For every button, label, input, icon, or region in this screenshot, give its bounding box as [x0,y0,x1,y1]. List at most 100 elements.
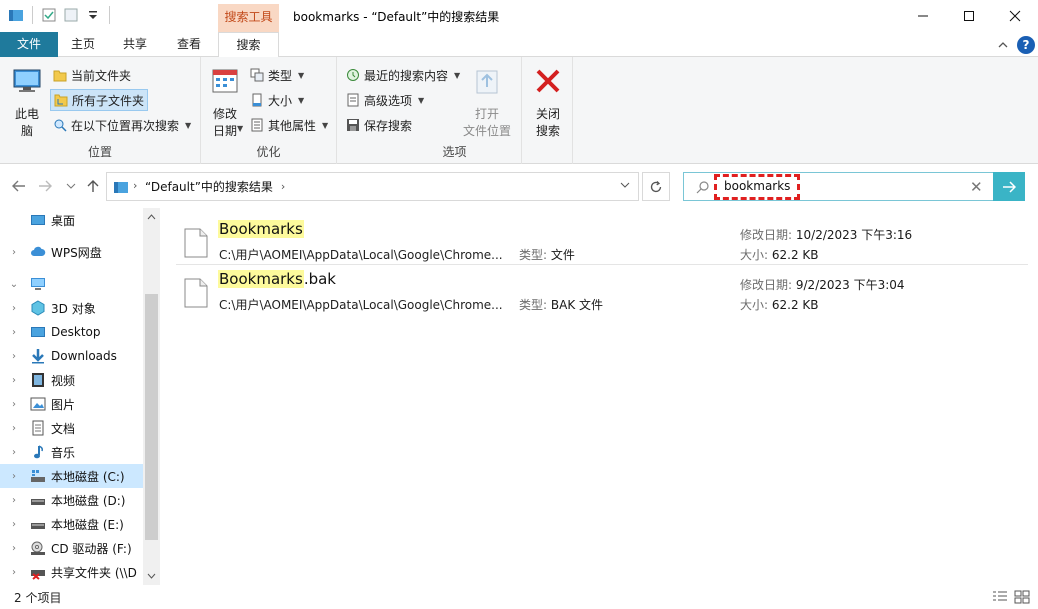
chevron-down-icon: ▼ [237,124,244,133]
chevron-right-icon[interactable]: › [8,351,20,362]
tab-search[interactable]: 搜索 [218,32,279,58]
chevron-down-icon: ▼ [298,70,305,80]
properties-list-icon [251,118,263,132]
chevron-right-icon[interactable]: › [8,247,20,258]
refresh-button[interactable] [642,172,670,201]
current-folder-button[interactable]: 当前文件夹 [50,64,134,86]
new-folder-icon[interactable] [63,7,79,23]
nav-item-pictures[interactable]: › 图片 [0,392,143,416]
nav-item-downloads[interactable]: › Downloads [0,344,143,368]
save-search-button[interactable]: 保存搜索 [343,114,415,136]
nav-item-music[interactable]: › 音乐 [0,440,143,464]
back-button[interactable] [10,178,28,194]
date-modified-label: 修改 日期 [212,107,237,138]
nav-item-network-share[interactable]: › 共享文件夹 (\\D [0,560,143,584]
chevron-right-icon[interactable]: › [8,471,20,482]
cd-drive-icon [31,541,45,555]
nav-item-this-pc[interactable]: ⌄ [0,272,143,296]
breadcrumb-current[interactable]: “Default”中的搜索结果 [145,178,273,195]
size-button[interactable]: 大小 ▼ [247,89,307,111]
tab-view[interactable]: 查看 [162,32,216,57]
properties-icon[interactable] [41,7,57,23]
nav-item-drive-e[interactable]: › 本地磁盘 (E:) [0,512,143,536]
chevron-down-icon[interactable]: ⌄ [8,279,20,290]
details-view-icon[interactable] [992,590,1008,604]
qat-separator [32,6,33,24]
forward-button[interactable] [36,178,54,194]
chevron-right-icon[interactable]: › [8,303,20,314]
nav-item-wps-drive[interactable]: › WPS网盘 [0,240,143,264]
result-type: 类型: 文件 [519,246,575,263]
chevron-down-icon: ▼ [322,120,329,130]
chevron-right-icon[interactable]: › [8,447,20,458]
navigation-scrollbar[interactable] [143,208,160,585]
nav-item-cd-drive[interactable]: › CD 驱动器 (F:) [0,536,143,560]
search-box: ✕ [683,172,1025,201]
tab-share[interactable]: 共享 [108,32,162,57]
search-go-button[interactable] [993,172,1025,201]
nav-item-desktop-root[interactable]: 桌面 [0,208,143,232]
nav-item-label: Desktop [51,325,101,339]
chevron-right-icon[interactable]: › [8,543,20,554]
recent-locations-button[interactable] [62,178,80,194]
chevron-right-icon[interactable]: › [8,423,20,434]
ribbon: 此电 脑 当前文件夹 所有子文件夹 在以下位置再次搜索 ▼ 位置 修改 日期 ▼ … [0,57,1038,164]
other-properties-button[interactable]: 其他属性 ▼ [247,114,331,136]
search-again-button[interactable]: 在以下位置再次搜索 ▼ [50,114,194,136]
chevron-down-icon: ▼ [418,95,425,105]
maximize-button[interactable] [946,0,992,32]
nav-item-label: Downloads [51,349,117,363]
nav-item-documents[interactable]: › 文档 [0,416,143,440]
chevron-right-icon[interactable]: › [8,567,20,578]
nav-item-label: 本地磁盘 (D:) [51,493,126,508]
chevron-right-icon[interactable]: › [8,375,20,386]
other-properties-label: 其他属性 [268,118,317,133]
scrollbar-thumb[interactable] [145,294,158,540]
tab-home[interactable]: 主页 [58,32,108,57]
address-dropdown-icon[interactable] [620,181,630,189]
nav-item-label: CD 驱动器 (F:) [51,541,132,556]
address-bar[interactable]: › “Default”中的搜索结果 › [106,172,639,201]
size-label: 大小 [268,93,293,108]
refresh-icon [650,180,662,192]
kind-button[interactable]: 类型 ▼ [247,64,307,86]
file-icon [184,278,208,308]
result-item[interactable]: Bookmarks.bak C:\用户\AOMEI\AppData\Local\… [178,268,1030,316]
chevron-right-icon[interactable]: › [8,495,20,506]
close-search-button[interactable]: 关闭 搜索 [528,65,568,140]
collapse-ribbon-icon[interactable] [996,38,1010,52]
qat-separator-2 [109,6,110,24]
arrow-up-icon [87,180,99,192]
scroll-up-icon[interactable] [147,214,156,220]
type-value: BAK 文件 [550,298,604,312]
minimize-button[interactable] [900,0,946,32]
result-item[interactable]: Bookmarks C:\用户\AOMEI\AppData\Local\Goog… [178,218,1030,266]
nav-item-label: 音乐 [51,445,76,460]
nav-item-3d-objects[interactable]: › 3D 对象 [0,296,143,320]
advanced-options-button[interactable]: 高级选项 ▼ [343,89,427,111]
item-count: 2 个项目 [14,591,62,605]
breadcrumb-chevron-icon[interactable]: › [133,179,137,192]
chevron-right-icon[interactable]: › [8,519,20,530]
date-value: 9/2/2023 下午3:04 [795,278,905,292]
nav-item-videos[interactable]: › 视频 [0,368,143,392]
clear-search-icon[interactable]: ✕ [970,178,983,196]
open-file-location-button[interactable]: 打开 文件位置 [461,65,513,140]
tab-file[interactable]: 文件 [0,32,58,57]
help-icon[interactable]: ? [1017,36,1035,54]
chevron-right-icon[interactable]: › [8,399,20,410]
all-subfolders-button[interactable]: 所有子文件夹 [50,89,149,111]
scroll-down-icon[interactable] [147,573,156,579]
this-pc-button[interactable]: 此电 脑 [8,65,46,140]
breadcrumb-chevron-icon-2[interactable]: › [281,180,285,193]
close-window-button[interactable] [992,0,1038,32]
recent-searches-button[interactable]: 最近的搜索内容 ▼ [343,64,463,86]
chevron-right-icon[interactable]: › [8,327,20,338]
large-icons-view-icon[interactable] [1014,590,1030,604]
up-button[interactable] [84,178,102,194]
file-icon [184,228,208,258]
nav-item-drive-d[interactable]: › 本地磁盘 (D:) [0,488,143,512]
customize-qat-icon[interactable] [85,7,101,23]
nav-item-desktop[interactable]: › Desktop [0,320,143,344]
nav-item-drive-c[interactable]: › 本地磁盘 (C:) [0,464,143,488]
